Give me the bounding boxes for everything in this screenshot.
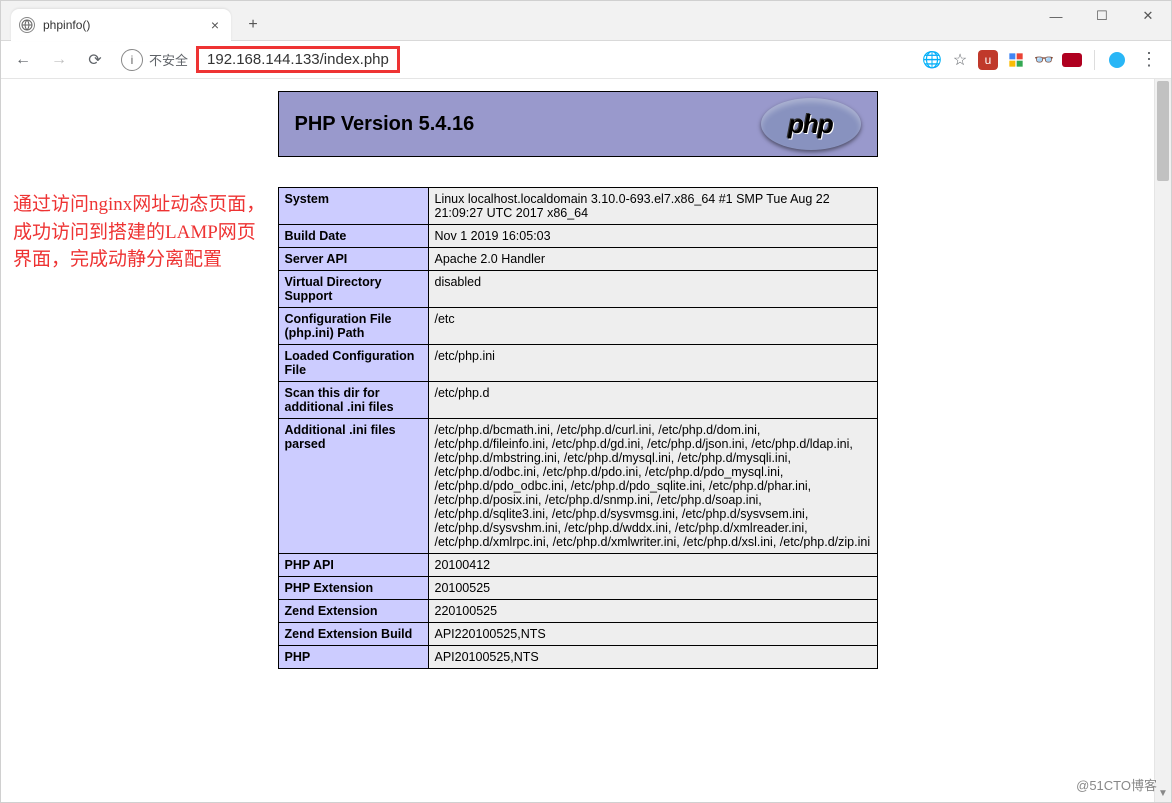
table-row: Configuration File (php.ini) Path/etc: [278, 308, 877, 345]
table-row: PHP Extension20100525: [278, 577, 877, 600]
table-row: PHPAPI20100525,NTS: [278, 646, 877, 669]
address-bar[interactable]: i 不安全 192.168.144.133/index.php: [121, 46, 400, 74]
incognito-ext-icon[interactable]: 👓: [1034, 50, 1054, 70]
watermark: @51CTO博客: [1076, 775, 1157, 794]
row-label: Additional .ini files parsed: [278, 419, 428, 554]
reload-button[interactable]: ⟳: [81, 46, 109, 74]
row-label: Loaded Configuration File: [278, 345, 428, 382]
table-row: SystemLinux localhost.localdomain 3.10.0…: [278, 188, 877, 225]
window-minimize-button[interactable]: —: [1033, 1, 1079, 31]
table-row: Virtual Directory Supportdisabled: [278, 271, 877, 308]
scroll-down-icon[interactable]: ▼: [1155, 785, 1171, 802]
separator: [1094, 50, 1095, 70]
tab-title: phpinfo(): [43, 18, 199, 32]
forward-button[interactable]: →: [45, 46, 73, 74]
row-value: Nov 1 2019 16:05:03: [428, 225, 877, 248]
row-label: Server API: [278, 248, 428, 271]
tab-close-icon[interactable]: ×: [207, 17, 223, 33]
bookmark-icon[interactable]: ☆: [950, 50, 970, 70]
row-value: Apache 2.0 Handler: [428, 248, 877, 271]
google-ext-icon[interactable]: [1006, 50, 1026, 70]
row-value: /etc/php.d/bcmath.ini, /etc/php.d/curl.i…: [428, 419, 877, 554]
new-tab-button[interactable]: +: [241, 13, 265, 37]
ublock-icon[interactable]: u: [978, 50, 998, 70]
phpinfo-table: SystemLinux localhost.localdomain 3.10.0…: [278, 187, 878, 669]
url-text[interactable]: 192.168.144.133/index.php: [196, 46, 400, 73]
phpinfo-container: PHP Version 5.4.16 php SystemLinux local…: [278, 91, 878, 802]
row-value: 20100525: [428, 577, 877, 600]
row-value: /etc/php.ini: [428, 345, 877, 382]
row-label: Scan this dir for additional .ini files: [278, 382, 428, 419]
page-viewport: 通过访问nginx网址动态页面，成功访问到搭建的LAMP网页界面，完成动静分离配…: [1, 79, 1171, 802]
row-label: PHP Extension: [278, 577, 428, 600]
row-value: 20100412: [428, 554, 877, 577]
phpinfo-header: PHP Version 5.4.16 php: [278, 91, 878, 157]
row-value: Linux localhost.localdomain 3.10.0-693.e…: [428, 188, 877, 225]
php-logo-text: php: [788, 109, 833, 140]
table-row: Zend Extension220100525: [278, 600, 877, 623]
table-row: Additional .ini files parsed/etc/php.d/b…: [278, 419, 877, 554]
table-row: Loaded Configuration File/etc/php.ini: [278, 345, 877, 382]
table-row: Build DateNov 1 2019 16:05:03: [278, 225, 877, 248]
back-button[interactable]: ←: [9, 46, 37, 74]
row-label: PHP: [278, 646, 428, 669]
row-value: API220100525,NTS: [428, 623, 877, 646]
php-logo: php: [761, 98, 861, 150]
row-value: /etc: [428, 308, 877, 345]
scroll-thumb[interactable]: [1157, 81, 1169, 181]
row-value: disabled: [428, 271, 877, 308]
row-label: System: [278, 188, 428, 225]
window-maximize-button[interactable]: ☐: [1079, 1, 1125, 31]
site-info-icon[interactable]: i: [121, 49, 143, 71]
row-value: /etc/php.d: [428, 382, 877, 419]
blue-ext-icon[interactable]: [1107, 50, 1127, 70]
browser-window: phpinfo() × + — ☐ ✕ ← → ⟳ i 不安全 192.168.…: [0, 0, 1172, 803]
row-label: Configuration File (php.ini) Path: [278, 308, 428, 345]
row-label: Zend Extension Build: [278, 623, 428, 646]
table-row: PHP API20100412: [278, 554, 877, 577]
insecure-label: 不安全: [149, 50, 188, 69]
page-content: 通过访问nginx网址动态页面，成功访问到搭建的LAMP网页界面，完成动静分离配…: [1, 79, 1154, 802]
translate-icon[interactable]: 🌐: [922, 50, 942, 70]
row-label: PHP API: [278, 554, 428, 577]
recorder-ext-icon[interactable]: [1062, 50, 1082, 70]
window-close-button[interactable]: ✕: [1125, 1, 1171, 31]
php-version-title: PHP Version 5.4.16: [295, 113, 475, 136]
table-row: Scan this dir for additional .ini files/…: [278, 382, 877, 419]
row-value: API20100525,NTS: [428, 646, 877, 669]
row-label: Build Date: [278, 225, 428, 248]
annotation-text: 通过访问nginx网址动态页面，成功访问到搭建的LAMP网页界面，完成动静分离配…: [13, 191, 273, 274]
row-label: Zend Extension: [278, 600, 428, 623]
table-row: Zend Extension BuildAPI220100525,NTS: [278, 623, 877, 646]
table-row: Server APIApache 2.0 Handler: [278, 248, 877, 271]
row-value: 220100525: [428, 600, 877, 623]
browser-toolbar: ← → ⟳ i 不安全 192.168.144.133/index.php 🌐 …: [1, 41, 1171, 79]
browser-menu-button[interactable]: ⋮: [1135, 46, 1163, 74]
globe-icon: [19, 17, 35, 33]
row-label: Virtual Directory Support: [278, 271, 428, 308]
browser-tab[interactable]: phpinfo() ×: [11, 9, 231, 41]
titlebar: phpinfo() × + — ☐ ✕: [1, 1, 1171, 41]
scrollbar[interactable]: ▲ ▼: [1154, 79, 1171, 802]
